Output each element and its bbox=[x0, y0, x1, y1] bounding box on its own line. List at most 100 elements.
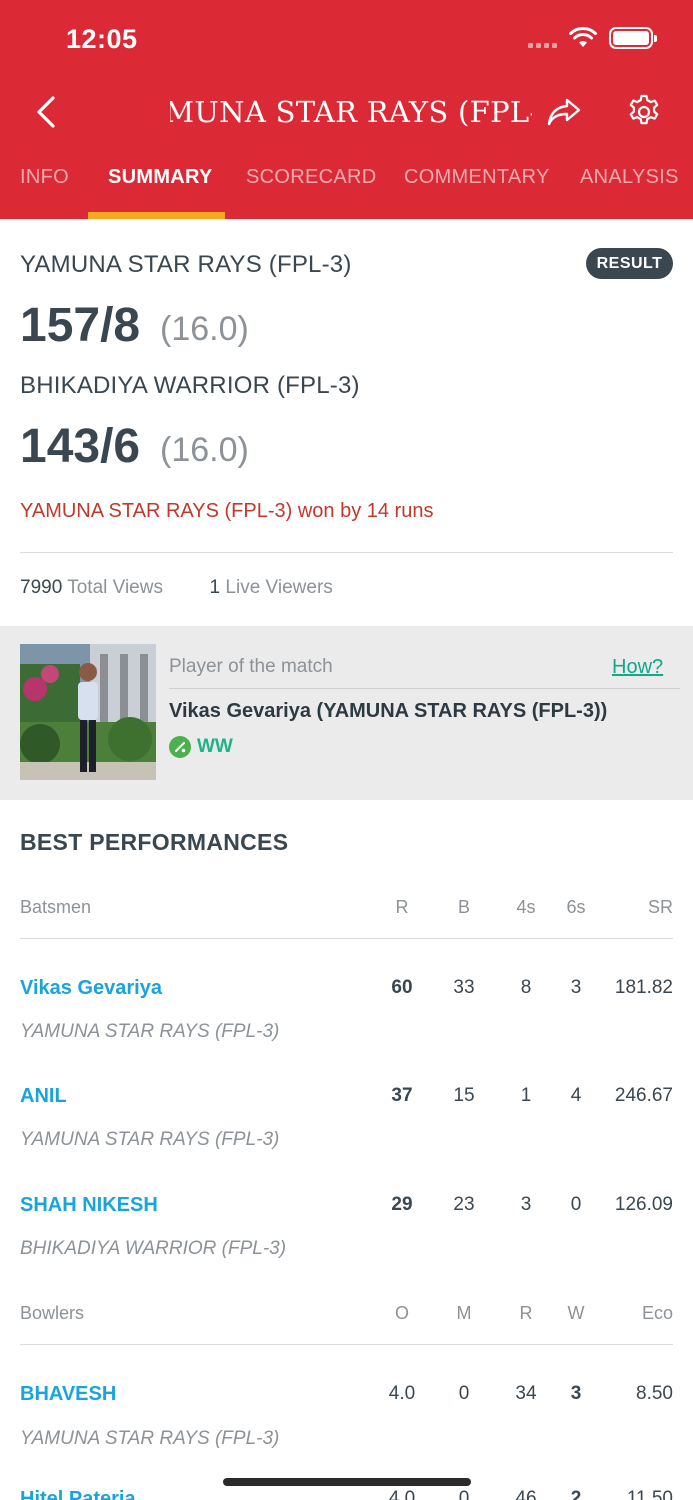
batsman-strike-rate: 246.67 bbox=[614, 1085, 673, 1106]
app-header: 12:05 YAMUNA STAR RAYS (FPL-3) vs BHIKAD… bbox=[0, 0, 693, 219]
team1-overs: (16.0) bbox=[160, 310, 249, 348]
result-badge: RESULT bbox=[586, 248, 673, 279]
team2-score: 143/6 bbox=[20, 420, 141, 473]
batsman-fours: 8 bbox=[520, 977, 532, 998]
col-sixes: 6s bbox=[566, 897, 586, 917]
col-economy: Eco bbox=[641, 1303, 673, 1323]
batsman-runs: 37 bbox=[391, 1085, 413, 1106]
home-indicator[interactable] bbox=[223, 1478, 471, 1486]
col-overs: O bbox=[394, 1303, 409, 1323]
bowler-wickets: 3 bbox=[570, 1383, 582, 1404]
total-views-label: Total Views bbox=[67, 577, 163, 598]
bowler-economy: 8.50 bbox=[636, 1383, 673, 1404]
divider bbox=[20, 1344, 673, 1345]
bowlers-label: Bowlers bbox=[20, 1303, 85, 1323]
bowler-wickets: 2 bbox=[570, 1488, 582, 1500]
bowler-runs: 34 bbox=[515, 1383, 537, 1404]
bowler-maidens: 0 bbox=[458, 1383, 470, 1404]
batsman-team: BHIKADIYA WARRIOR (FPL-3) bbox=[20, 1238, 287, 1259]
batsmen-header: Batsmen R B 4s 6s SR bbox=[20, 897, 673, 927]
bowler-row[interactable]: Hitel Pateria 4.0 0 46 2 11.50 bbox=[20, 1488, 673, 1500]
best-performances-title: BEST PERFORMANCES bbox=[20, 829, 289, 855]
col-maidens: M bbox=[456, 1303, 472, 1323]
col-strike-rate: SR bbox=[647, 897, 673, 917]
bowler-overs: 4.0 bbox=[388, 1383, 416, 1404]
batsman-row[interactable]: Vikas Gevariya 60 33 8 3 181.82 bbox=[20, 977, 673, 1007]
col-fours: 4s bbox=[516, 897, 536, 917]
bowler-team: YAMUNA STAR RAYS (FPL-3) bbox=[20, 1428, 280, 1449]
col-wickets: W bbox=[567, 1303, 585, 1323]
live-viewers-count: 1 bbox=[209, 577, 221, 598]
wicket-keeper-icon bbox=[169, 736, 191, 758]
batsmen-label: Batsmen bbox=[20, 897, 92, 917]
player-role: WW bbox=[169, 736, 233, 758]
bowler-overs: 4.0 bbox=[388, 1488, 416, 1500]
batsman-strike-rate: 126.09 bbox=[614, 1194, 673, 1215]
tab-scorecard[interactable]: SCORECARD bbox=[246, 166, 377, 189]
bowler-name[interactable]: Hitel Pateria bbox=[20, 1488, 136, 1500]
batsman-sixes: 4 bbox=[570, 1085, 582, 1106]
match-title: YAMUNA STAR RAYS (FPL-3) vs BHIKADIYA WA… bbox=[170, 95, 532, 129]
active-tab-indicator bbox=[88, 212, 225, 219]
batsman-fours: 3 bbox=[520, 1194, 532, 1215]
wifi-icon bbox=[569, 27, 597, 47]
batsman-balls: 33 bbox=[453, 977, 475, 998]
bowler-runs: 46 bbox=[515, 1488, 537, 1500]
team2-overs: (16.0) bbox=[160, 431, 249, 469]
batsman-sixes: 3 bbox=[570, 977, 582, 998]
how-link[interactable]: How? bbox=[612, 656, 663, 679]
tab-summary[interactable]: SUMMARY bbox=[108, 166, 213, 189]
col-runs: R bbox=[395, 897, 409, 917]
battery-icon bbox=[609, 27, 657, 49]
tab-info[interactable]: INFO bbox=[20, 166, 69, 189]
col-runs-conceded: R bbox=[519, 1303, 533, 1323]
divider bbox=[169, 688, 680, 689]
bowler-name[interactable]: BHAVESH bbox=[20, 1383, 116, 1406]
status-time: 12:05 bbox=[66, 24, 138, 54]
chevron-left-icon bbox=[37, 96, 55, 128]
total-views-count: 7990 bbox=[20, 577, 63, 598]
batsman-balls: 23 bbox=[453, 1194, 475, 1215]
batsman-name[interactable]: ANIL bbox=[20, 1085, 67, 1108]
bowler-row[interactable]: BHAVESH 4.0 0 34 3 8.50 bbox=[20, 1383, 673, 1413]
batsman-balls: 15 bbox=[453, 1085, 475, 1106]
bowlers-header: Bowlers O M R W Eco bbox=[20, 1303, 673, 1333]
player-of-match-label: Player of the match bbox=[169, 656, 333, 677]
live-viewers-label: Live Viewers bbox=[225, 577, 333, 598]
gear-icon bbox=[629, 94, 659, 125]
tab-bar: INFO SUMMARY SCORECARD COMMENTARY ANALYS… bbox=[0, 160, 693, 219]
player-role-text: WW bbox=[197, 736, 233, 757]
batsman-team: YAMUNA STAR RAYS (FPL-3) bbox=[20, 1021, 280, 1042]
batsman-name[interactable]: Vikas Gevariya bbox=[20, 977, 162, 1000]
match-result: YAMUNA STAR RAYS (FPL-3) won by 14 runs bbox=[20, 500, 434, 522]
batsman-sixes: 0 bbox=[570, 1194, 582, 1215]
player-of-match-card[interactable]: Player of the match How? Vikas Gevariya … bbox=[0, 626, 693, 800]
settings-button[interactable] bbox=[622, 88, 666, 134]
divider bbox=[20, 938, 673, 939]
match-title-marquee: YAMUNA STAR RAYS (FPL-3) vs BHIKADIYA WA… bbox=[170, 90, 532, 134]
tab-analysis[interactable]: ANALYSIS bbox=[580, 166, 679, 189]
batsman-fours: 1 bbox=[520, 1085, 532, 1106]
batsman-runs: 29 bbox=[391, 1194, 413, 1215]
batsman-row[interactable]: SHAH NIKESH 29 23 3 0 126.09 bbox=[20, 1194, 673, 1224]
player-photo bbox=[20, 644, 156, 780]
share-icon bbox=[547, 98, 581, 126]
team1-name: YAMUNA STAR RAYS (FPL-3) bbox=[20, 251, 352, 278]
batsman-row[interactable]: ANIL 37 15 1 4 246.67 bbox=[20, 1085, 673, 1115]
views-row: 7990 Total Views 1 Live Viewers bbox=[20, 577, 333, 599]
status-icons bbox=[528, 27, 657, 49]
team2-name: BHIKADIYA WARRIOR (FPL-3) bbox=[20, 372, 360, 399]
bowler-maidens: 0 bbox=[458, 1488, 470, 1500]
tab-commentary[interactable]: COMMENTARY bbox=[404, 166, 550, 189]
batsman-team: YAMUNA STAR RAYS (FPL-3) bbox=[20, 1129, 280, 1150]
batsman-runs: 60 bbox=[391, 977, 413, 998]
bowler-economy: 11.50 bbox=[626, 1488, 673, 1500]
batsman-strike-rate: 181.82 bbox=[614, 977, 673, 998]
share-button[interactable] bbox=[542, 92, 586, 132]
col-balls: B bbox=[457, 897, 470, 917]
player-of-match-name[interactable]: Vikas Gevariya (YAMUNA STAR RAYS (FPL-3)… bbox=[169, 700, 607, 723]
back-button[interactable] bbox=[26, 90, 66, 134]
cellular-signal-icon bbox=[528, 28, 557, 48]
batsman-name[interactable]: SHAH NIKESH bbox=[20, 1194, 158, 1217]
team1-score: 157/8 bbox=[20, 299, 141, 352]
